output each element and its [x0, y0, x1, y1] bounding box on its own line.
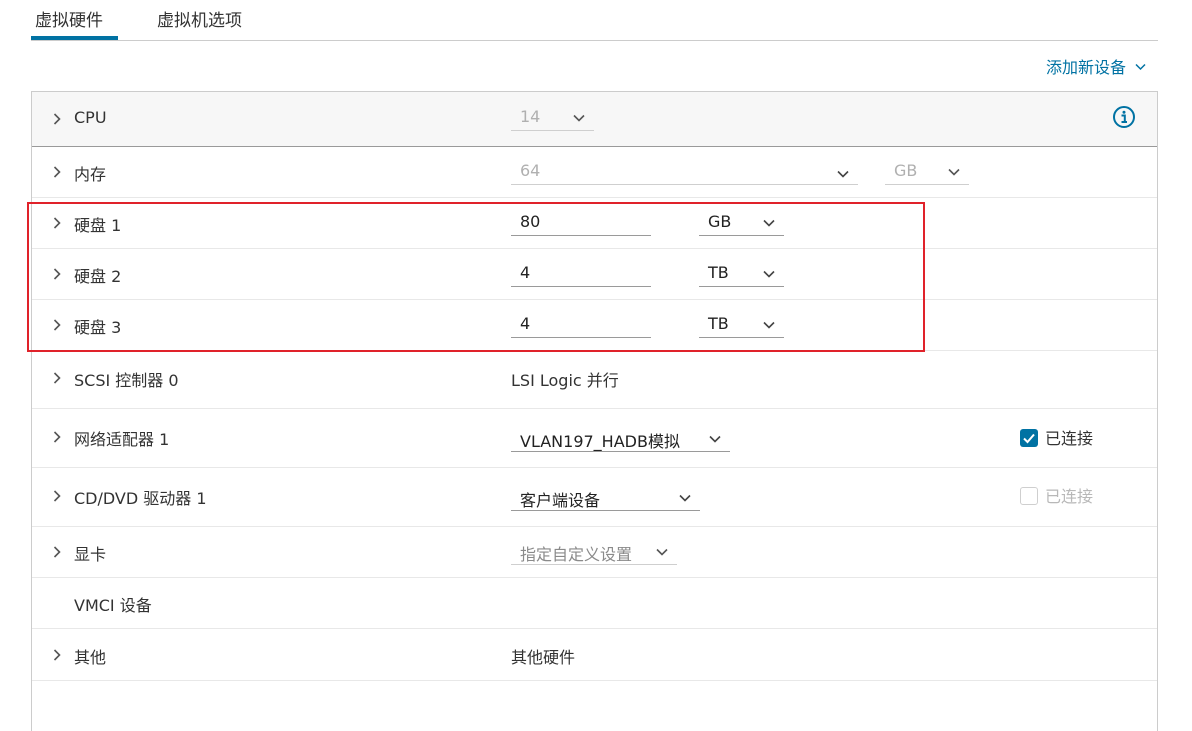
hardware-row-vmci: VMCI 设备	[32, 578, 1157, 629]
chevron-down-icon	[947, 165, 961, 179]
memory-unit-select[interactable]: GB	[885, 159, 969, 185]
disk-3-size-input[interactable]: 4	[511, 312, 651, 338]
chevron-right-icon[interactable]	[50, 430, 64, 444]
cpu-label: CPU	[74, 108, 107, 127]
disk-3-unit-value: TB	[708, 314, 729, 333]
hardware-row-network: 网络适配器 1 VLAN197_HADB模拟 已连接	[32, 409, 1157, 468]
hardware-row-cddvd: CD/DVD 驱动器 1 客户端设备 已连接	[32, 468, 1157, 527]
chevron-down-icon	[762, 267, 776, 281]
disk-1-size-input[interactable]: 80	[511, 210, 651, 236]
hardware-row-disk-2: 硬盘 2 4 TB	[32, 249, 1157, 300]
video-settings-select[interactable]: 指定自定义设置	[511, 539, 677, 565]
chevron-down-icon	[762, 318, 776, 332]
disk-3-unit-select[interactable]: TB	[699, 312, 784, 338]
network-connected-label: 已连接	[1045, 429, 1094, 448]
info-icon[interactable]	[1112, 105, 1136, 129]
disk-2-size-input[interactable]: 4	[511, 261, 651, 287]
chevron-right-icon[interactable]	[50, 318, 64, 332]
chevron-right-icon[interactable]	[50, 216, 64, 230]
chevron-down-icon	[762, 216, 776, 230]
chevron-down-icon	[1135, 60, 1146, 74]
memory-size-combobox[interactable]: 64	[511, 159, 858, 185]
cddvd-connected-checkbox[interactable]: 已连接	[1020, 483, 1093, 507]
chevron-right-icon[interactable]	[50, 371, 64, 385]
disk-1-label: 硬盘 1	[74, 216, 122, 235]
disk-3-size-value: 4	[520, 314, 531, 333]
hardware-row-cpu: CPU 14	[32, 92, 1157, 147]
checkbox-unchecked-icon	[1020, 487, 1038, 505]
active-tab-indicator	[31, 36, 118, 40]
scsi-type-value: LSI Logic 并行	[511, 371, 619, 390]
scsi-label: SCSI 控制器 0	[74, 371, 179, 390]
hardware-row-memory: 内存 64 GB	[32, 147, 1157, 198]
network-label: 网络适配器 1	[74, 430, 170, 449]
network-select[interactable]: VLAN197_HADB模拟	[511, 426, 730, 452]
chevron-down-icon	[655, 545, 669, 559]
memory-label: 内存	[74, 165, 107, 184]
hardware-row-video: 显卡 指定自定义设置	[32, 527, 1157, 578]
network-value: VLAN197_HADB模拟	[520, 432, 680, 451]
disk-2-label: 硬盘 2	[74, 267, 122, 286]
chevron-right-icon[interactable]	[50, 545, 64, 559]
tab-vm-options[interactable]: 虚拟机选项	[157, 6, 242, 31]
memory-unit-value: GB	[894, 161, 918, 180]
chevron-right-icon[interactable]	[50, 165, 64, 179]
cpu-count-select[interactable]: 14	[511, 105, 594, 131]
hardware-row-disk-1: 硬盘 1 80 GB	[32, 198, 1157, 249]
disk-2-size-value: 4	[520, 263, 531, 282]
chevron-right-icon[interactable]	[50, 112, 64, 126]
cddvd-select[interactable]: 客户端设备	[511, 485, 700, 511]
disk-1-size-value: 80	[520, 212, 541, 231]
network-connected-checkbox[interactable]: 已连接	[1020, 425, 1093, 449]
tab-bar: 虚拟硬件 虚拟机选项	[31, 0, 1158, 41]
disk-3-label: 硬盘 3	[74, 318, 122, 337]
other-value: 其他硬件	[511, 648, 576, 667]
virtual-hardware-table: CPU 14 内存 64 GB 硬盘 1 80 GB 硬盘 2 4 TB 硬盘 …	[31, 91, 1158, 731]
cddvd-connected-label: 已连接	[1045, 487, 1094, 506]
chevron-right-icon[interactable]	[50, 267, 64, 281]
other-label: 其他	[74, 648, 107, 667]
disk-1-unit-select[interactable]: GB	[699, 210, 784, 236]
memory-size-value: 64	[520, 161, 541, 180]
chevron-down-icon	[572, 111, 586, 125]
disk-2-unit-select[interactable]: TB	[699, 261, 784, 287]
chevron-down-icon	[678, 491, 692, 505]
chevron-down-icon	[708, 432, 722, 446]
hardware-row-scsi: SCSI 控制器 0 LSI Logic 并行	[32, 351, 1157, 409]
add-new-device-button[interactable]: 添加新设备	[1046, 54, 1146, 78]
disk-2-unit-value: TB	[708, 263, 729, 282]
disk-1-unit-value: GB	[708, 212, 732, 231]
vmci-label: VMCI 设备	[74, 596, 152, 615]
video-label: 显卡	[74, 545, 107, 564]
cddvd-value: 客户端设备	[520, 491, 601, 510]
add-new-device-label: 添加新设备	[1046, 58, 1127, 77]
chevron-right-icon[interactable]	[50, 489, 64, 503]
chevron-right-icon[interactable]	[50, 648, 64, 662]
hardware-row-other: 其他 其他硬件	[32, 629, 1157, 681]
cddvd-label: CD/DVD 驱动器 1	[74, 489, 207, 508]
video-settings-value: 指定自定义设置	[520, 545, 633, 564]
tab-virtual-hardware[interactable]: 虚拟硬件	[35, 6, 103, 31]
chevron-down-icon	[836, 167, 850, 181]
checkbox-checked-icon	[1020, 429, 1038, 447]
cpu-count-value: 14	[520, 107, 541, 126]
hardware-row-disk-3: 硬盘 3 4 TB	[32, 300, 1157, 351]
